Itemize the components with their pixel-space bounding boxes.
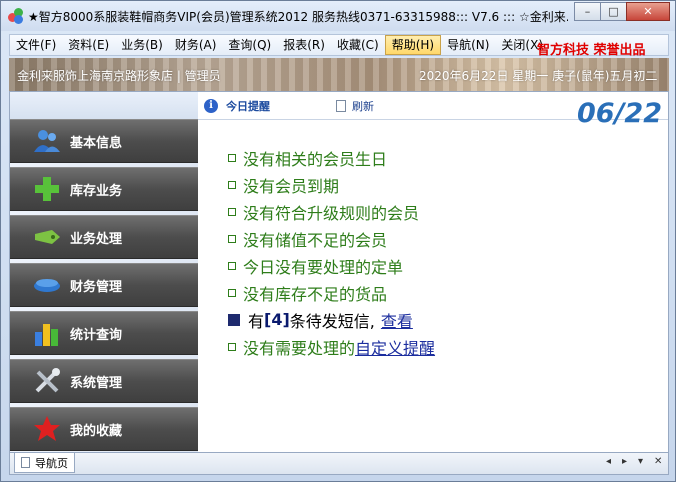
sms-count: [4]	[264, 310, 290, 329]
minimize-button[interactable]: –	[574, 2, 601, 21]
menu-query[interactable]: 查询(Q)	[222, 35, 277, 55]
tools-icon	[32, 366, 62, 396]
store-user-label: 金利来服饰上海南京路形象店 | 管理员	[17, 69, 221, 83]
document-icon	[336, 100, 346, 112]
menu-favorites[interactable]: 收藏(C)	[331, 35, 385, 55]
bottom-tab-strip: 导航页 ◂ ▸ ▾ ✕	[9, 453, 669, 475]
info-icon: i	[204, 99, 218, 113]
sidebar-item-business[interactable]: 业务处理	[10, 215, 198, 259]
close-tab-button[interactable]: ✕	[654, 456, 662, 467]
document-icon	[21, 457, 30, 468]
list-item: 没有会员到期	[228, 171, 658, 198]
list-item: 没有符合升级规则的会员	[228, 198, 658, 225]
sidebar-header	[10, 92, 198, 119]
square-bullet-icon	[228, 261, 236, 270]
reminder-list: 没有相关的会员生日 没有会员到期 没有符合升级规则的会员 没有储值不足的会员 今…	[228, 144, 658, 360]
sidebar-item-finance[interactable]: 财务管理	[10, 263, 198, 307]
sidebar-item-favorites[interactable]: 我的收藏	[10, 407, 198, 451]
list-item: 没有库存不足的货品	[228, 279, 658, 306]
main-panel: 基本信息 库存业务 业务处理 财务管理 统计查询 系统管理 我的收藏 i 今日提…	[9, 91, 669, 453]
view-sms-link[interactable]: 查看	[381, 308, 413, 332]
plus-icon	[32, 174, 62, 204]
tag-icon	[32, 222, 62, 252]
square-bullet-icon	[228, 207, 236, 216]
list-item: 没有相关的会员生日	[228, 144, 658, 171]
tab-navigation-page[interactable]: 导航页	[14, 453, 75, 473]
sidebar-item-inventory[interactable]: 库存业务	[10, 167, 198, 211]
custom-reminder: 没有需要处理的 自定义提醒	[228, 333, 658, 360]
square-bullet-icon	[228, 288, 236, 297]
square-bullet-icon	[228, 342, 236, 351]
tab-today-reminder[interactable]: i 今日提醒	[204, 98, 270, 114]
menu-data[interactable]: 资料(E)	[62, 35, 115, 55]
bar-chart-icon	[32, 318, 62, 348]
square-bullet-icon	[228, 234, 236, 243]
window-controls: – □ ✕	[574, 2, 670, 21]
date-display: 06/22	[576, 98, 662, 129]
content-panel: i 今日提醒 刷新 06/22 没有相关的会员生日 没有会员到期 没有符合升级规…	[198, 92, 668, 452]
menu-help[interactable]: 帮助(H)	[384, 35, 442, 55]
app-logo-icon	[8, 8, 24, 24]
square-bullet-icon	[228, 153, 236, 162]
date-label: 2020年6月22日 星期一 庚子(鼠年)五月初二	[419, 69, 658, 83]
sidebar-item-basic-info[interactable]: 基本信息	[10, 119, 198, 163]
solid-bullet-icon	[228, 313, 240, 326]
tab-list-button[interactable]: ▾	[638, 456, 643, 467]
close-button[interactable]: ✕	[626, 2, 670, 21]
list-item: 今日没有要处理的定单	[228, 252, 658, 279]
maximize-button[interactable]: □	[600, 2, 627, 21]
menu-file[interactable]: 文件(F)	[10, 35, 62, 55]
content-tabbar: i 今日提醒 刷新 06/22	[198, 92, 668, 129]
brand-slogan: 智方科技 荣誉出品	[537, 43, 646, 58]
sidebar: 基本信息 库存业务 业务处理 财务管理 统计查询 系统管理 我的收藏	[10, 92, 198, 452]
menu-report[interactable]: 报表(R)	[277, 35, 331, 55]
custom-reminder-link[interactable]: 自定义提醒	[355, 335, 435, 359]
sidebar-item-statistics[interactable]: 统计查询	[10, 311, 198, 355]
header-banner: 金利来服饰上海南京路形象店 | 管理员 2020年6月22日 星期一 庚子(鼠年…	[9, 58, 669, 91]
square-bullet-icon	[228, 180, 236, 189]
app-window: ★智方8000系服装鞋帽商务VIP(会员)管理系统2012 服务热线0371-6…	[0, 0, 676, 482]
sms-reminder: 有 [4] 条待发短信, 查看	[228, 306, 658, 333]
list-item: 没有储值不足的会员	[228, 225, 658, 252]
scroll-right-button[interactable]: ▸	[622, 456, 627, 467]
star-icon	[32, 414, 62, 444]
sidebar-item-system[interactable]: 系统管理	[10, 359, 198, 403]
menu-business[interactable]: 业务(B)	[115, 35, 169, 55]
wallet-icon	[32, 270, 62, 300]
menu-finance[interactable]: 财务(A)	[169, 35, 223, 55]
refresh-button[interactable]: 刷新	[336, 98, 374, 114]
users-icon	[32, 126, 62, 156]
window-title: ★智方8000系服装鞋帽商务VIP(会员)管理系统2012 服务热线0371-6…	[28, 9, 568, 24]
title-bar[interactable]: ★智方8000系服装鞋帽商务VIP(会员)管理系统2012 服务热线0371-6…	[1, 1, 675, 31]
scroll-left-button[interactable]: ◂	[606, 456, 611, 467]
menu-navigate[interactable]: 导航(N)	[441, 35, 495, 55]
